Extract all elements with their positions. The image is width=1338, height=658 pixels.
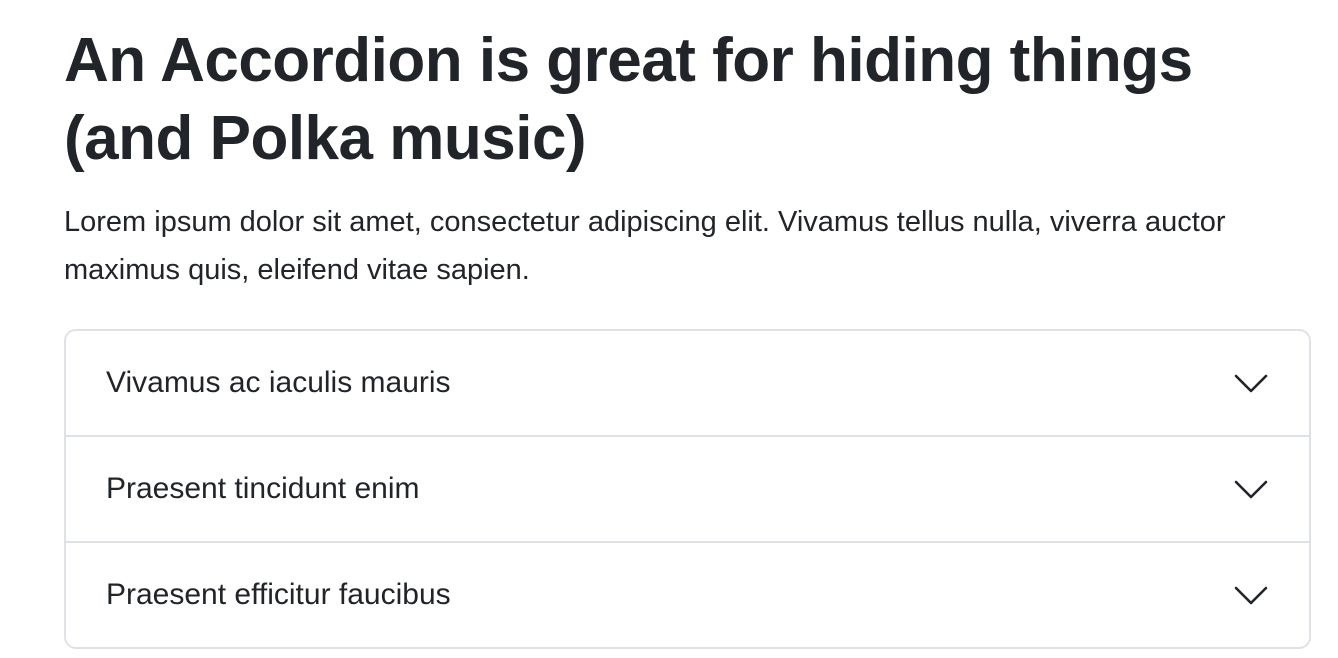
chevron-down-icon (1233, 577, 1269, 613)
page-title: An Accordion is great for hiding things … (64, 26, 1193, 173)
intro-text: Lorem ipsum dolor sit amet, consectetur … (64, 206, 1226, 286)
chevron-down-icon (1233, 471, 1269, 507)
accordion-item: Praesent tincidunt enim (66, 435, 1309, 541)
accordion-header-label: Praesent efficitur faucibus (106, 578, 451, 611)
accordion: Vivamus ac iaculis mauris Praesent tinci… (64, 329, 1311, 649)
chevron-down-icon (1233, 365, 1269, 401)
accordion-header-praesent-efficitur[interactable]: Praesent efficitur faucibus (66, 543, 1309, 647)
accordion-item: Praesent efficitur faucibus (66, 541, 1309, 647)
accordion-item: Vivamus ac iaculis mauris (66, 331, 1309, 435)
page-container: An Accordion is great for hiding things … (0, 0, 1338, 649)
accordion-header-praesent-tincidunt[interactable]: Praesent tincidunt enim (66, 437, 1309, 541)
accordion-header-vivamus[interactable]: Vivamus ac iaculis mauris (66, 331, 1309, 435)
accordion-header-label: Praesent tincidunt enim (106, 472, 420, 505)
accordion-header-label: Vivamus ac iaculis mauris (106, 366, 451, 399)
